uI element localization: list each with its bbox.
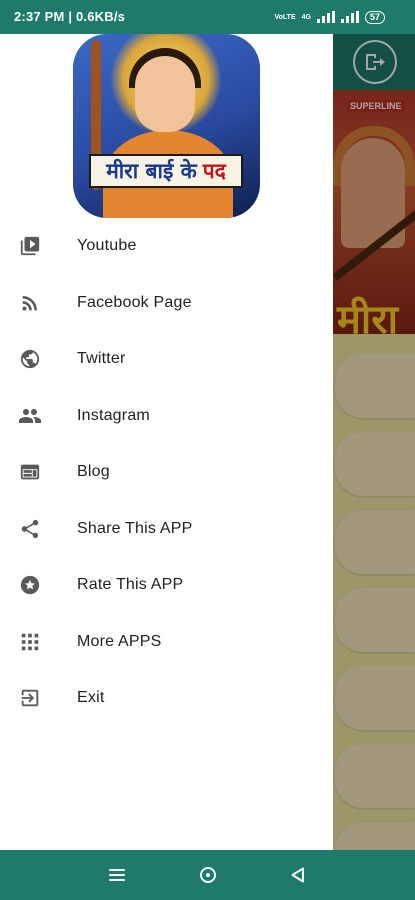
drawer-menu: Youtube Facebook Page Twitter Instagram … (0, 218, 333, 727)
menu-item-label: Share This APP (77, 519, 193, 537)
network-tag: 4G (301, 13, 311, 21)
signal-icon-2 (340, 11, 359, 23)
back-triangle-icon (291, 867, 304, 883)
recent-apps-button[interactable] (105, 863, 129, 887)
signal-icon (316, 11, 335, 23)
menu-item-label: Twitter (77, 350, 126, 368)
menu-item-label: Youtube (77, 237, 137, 255)
menu-item-youtube[interactable]: Youtube (0, 218, 333, 275)
menu-item-twitter[interactable]: Twitter (0, 331, 333, 388)
menu-item-label: Facebook Page (77, 293, 192, 311)
menu-item-label: Blog (77, 463, 110, 481)
menu-item-more-apps[interactable]: More APPS (0, 614, 333, 671)
menu-item-rate-app[interactable]: Rate This APP (0, 557, 333, 614)
battery-icon: 57 (364, 10, 385, 24)
system-nav-bar (0, 850, 415, 900)
app-logo-title: मीरा बाई के पद (89, 154, 243, 188)
home-button[interactable] (196, 863, 220, 887)
star-circle-icon (18, 573, 42, 597)
people-icon (18, 404, 42, 428)
menu-item-facebook-page[interactable]: Facebook Page (0, 275, 333, 332)
menu-item-label: Exit (77, 689, 105, 707)
menu-item-instagram[interactable]: Instagram (0, 388, 333, 445)
status-time: 2:37 PM | 0.6KB/s (14, 9, 126, 24)
apps-grid-icon (18, 630, 42, 654)
drawer-scrim[interactable] (333, 34, 415, 850)
back-button[interactable] (286, 863, 310, 887)
menu-item-label: Instagram (77, 406, 150, 424)
app-logo: मीरा बाई के पद (73, 34, 260, 218)
share-icon (18, 517, 42, 541)
menu-item-label: Rate This APP (77, 576, 184, 594)
rss-feed-icon (18, 291, 42, 315)
web-page-icon (18, 460, 42, 484)
navigation-drawer: मीरा बाई के पद Youtube Facebook Page Twit… (0, 34, 333, 850)
menu-item-exit[interactable]: Exit (0, 670, 333, 727)
home-circle-icon (200, 867, 216, 883)
system-icons: VoLTE 4G 57 (274, 9, 385, 25)
youtube-icon (18, 234, 42, 258)
status-bar: 2:37 PM | 0.6KB/s VoLTE 4G 57 (0, 0, 415, 34)
exit-icon (18, 686, 42, 710)
menu-item-share-app[interactable]: Share This APP (0, 501, 333, 558)
drawer-header: मीरा बाई के पद (0, 34, 333, 228)
globe-icon (18, 347, 42, 371)
menu-item-blog[interactable]: Blog (0, 444, 333, 501)
menu-lines-icon (109, 869, 125, 881)
network-type-icon: VoLTE (274, 13, 296, 21)
menu-item-label: More APPS (77, 632, 162, 650)
